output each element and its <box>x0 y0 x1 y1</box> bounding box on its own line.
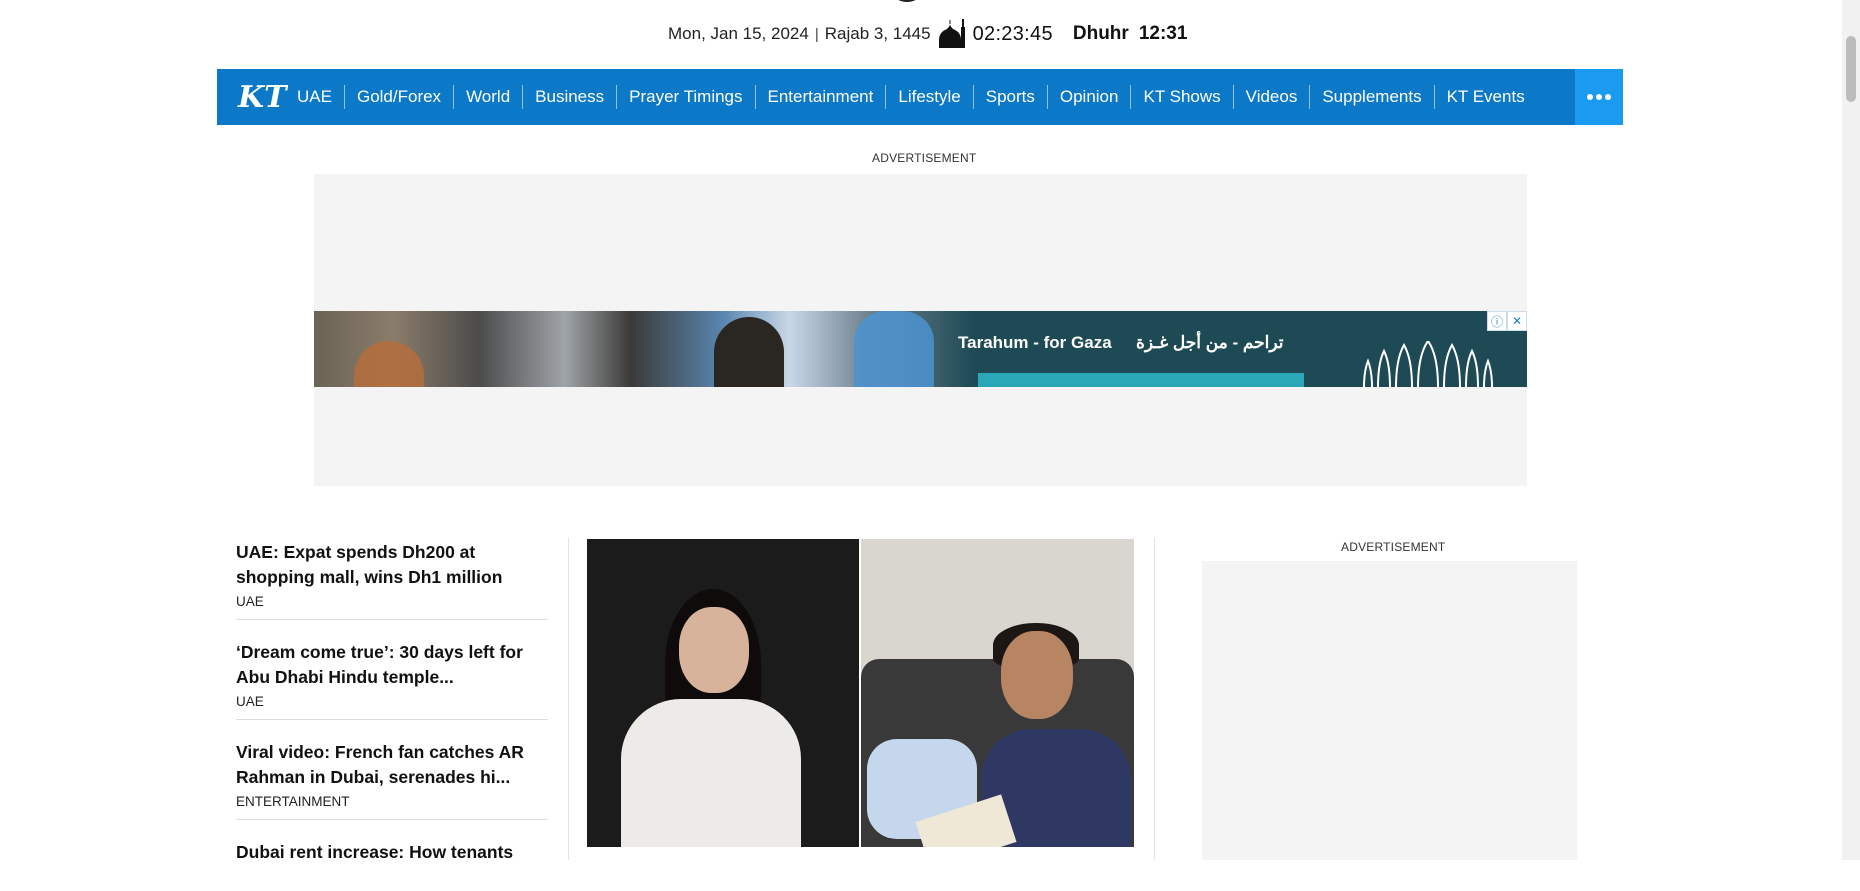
nav-item-kt-events[interactable]: KT Events <box>1433 85 1537 109</box>
kt-logo[interactable]: KT <box>231 69 293 125</box>
more-dot <box>1605 94 1611 100</box>
kt-logo-icon: KT <box>237 80 288 114</box>
date-time-bar: Mon, Jan 15, 2024 | Rajab 3, 1445 02:23:… <box>668 19 1188 48</box>
banner-waves-graphic <box>1363 341 1493 387</box>
story-headline[interactable]: UAE: Expat spends Dh200 at shopping mall… <box>236 540 548 590</box>
mosque-icon <box>938 19 965 48</box>
page-scrollbar[interactable] <box>1842 0 1860 860</box>
banner-text-en: Tarahum - for Gaza <box>958 333 1112 352</box>
banner-figure <box>714 317 784 387</box>
side-ad-label: ADVERTISEMENT <box>1341 540 1446 554</box>
top-bar: Mon, Jan 15, 2024 | Rajab 3, 1445 02:23:… <box>0 0 1840 60</box>
nav-item-lifestyle[interactable]: Lifestyle <box>885 85 972 109</box>
ad-info-icon[interactable]: ⓘ <box>1487 311 1507 331</box>
nav-item-supplements[interactable]: Supplements <box>1309 85 1433 109</box>
date-separator: | <box>814 25 819 43</box>
more-dot <box>1596 94 1602 100</box>
top-stories-list: UAE: Expat spends Dh200 at shopping mall… <box>236 536 548 891</box>
main-nav: KT UAE Gold/Forex World Business Prayer … <box>217 69 1623 125</box>
feature-image-left <box>587 539 859 847</box>
kt-logo-text: KT <box>237 80 288 114</box>
nav-item-world[interactable]: World <box>453 85 522 109</box>
nav-item-opinion[interactable]: Opinion <box>1046 85 1131 109</box>
gregorian-date: Mon, Jan 15, 2024 <box>668 24 809 43</box>
story-headline[interactable]: Viral video: French fan catches AR Rahma… <box>236 740 548 790</box>
feature-image-right <box>861 539 1134 847</box>
ad-close-icon[interactable]: ✕ <box>1507 311 1527 331</box>
nav-item-gold-forex[interactable]: Gold/Forex <box>343 85 453 109</box>
banner-text-ar: تراحم - من أجل غـزة <box>1136 333 1284 352</box>
banner-strip <box>978 373 1304 387</box>
image-figure <box>679 607 749 693</box>
more-menu-button[interactable] <box>1575 69 1623 125</box>
banner-photo <box>314 311 974 387</box>
prayer-time[interactable]: 12:31 <box>1139 23 1188 45</box>
nav-item-entertainment[interactable]: Entertainment <box>754 85 886 109</box>
image-figure <box>621 699 801 847</box>
banner-figure <box>854 311 934 387</box>
nav-item-uae[interactable]: UAE <box>293 85 344 109</box>
ad-controls: ⓘ ✕ <box>1487 311 1527 331</box>
story-category[interactable]: ENTERTAINMENT <box>236 794 548 809</box>
nav-item-prayer-timings[interactable]: Prayer Timings <box>616 85 754 109</box>
hijri-date: Rajab 3, 1445 <box>824 24 931 43</box>
list-item[interactable]: UAE: Expat spends Dh200 at shopping mall… <box>236 536 548 620</box>
nav-list: UAE Gold/Forex World Business Prayer Tim… <box>293 69 1537 125</box>
top-ad-label: ADVERTISEMENT <box>872 151 977 165</box>
story-category[interactable]: UAE <box>236 694 548 709</box>
masthead-logo-fragment[interactable] <box>894 0 920 2</box>
prayer-name[interactable]: Dhuhr <box>1073 23 1129 45</box>
banner-figure <box>354 341 424 387</box>
feature-story-image[interactable] <box>587 539 1134 847</box>
more-dots-icon <box>1587 94 1593 100</box>
nav-item-business[interactable]: Business <box>522 85 616 109</box>
scrollbar-thumb[interactable] <box>1846 36 1856 102</box>
list-item[interactable]: Viral video: French fan catches AR Rahma… <box>236 736 548 820</box>
column-divider <box>1154 538 1155 860</box>
image-figure <box>1001 631 1073 719</box>
column-divider <box>568 538 569 860</box>
nav-item-sports[interactable]: Sports <box>972 85 1047 109</box>
story-headline[interactable]: Dubai rent increase: How tenants <box>236 840 548 865</box>
nav-item-kt-shows[interactable]: KT Shows <box>1130 85 1232 109</box>
list-item[interactable]: Dubai rent increase: How tenants <box>236 836 548 875</box>
list-item[interactable]: ‘Dream come true’: 30 days left for Abu … <box>236 636 548 720</box>
story-headline[interactable]: ‘Dream come true’: 30 days left for Abu … <box>236 640 548 690</box>
side-ad-slot <box>1202 561 1577 860</box>
live-clock: 02:23:45 <box>972 22 1053 45</box>
ad-banner[interactable]: Tarahum - for Gaza تراحم - من أجل غـزة ⓘ… <box>314 311 1527 387</box>
nav-item-videos[interactable]: Videos <box>1232 85 1310 109</box>
story-category[interactable]: UAE <box>236 594 548 609</box>
